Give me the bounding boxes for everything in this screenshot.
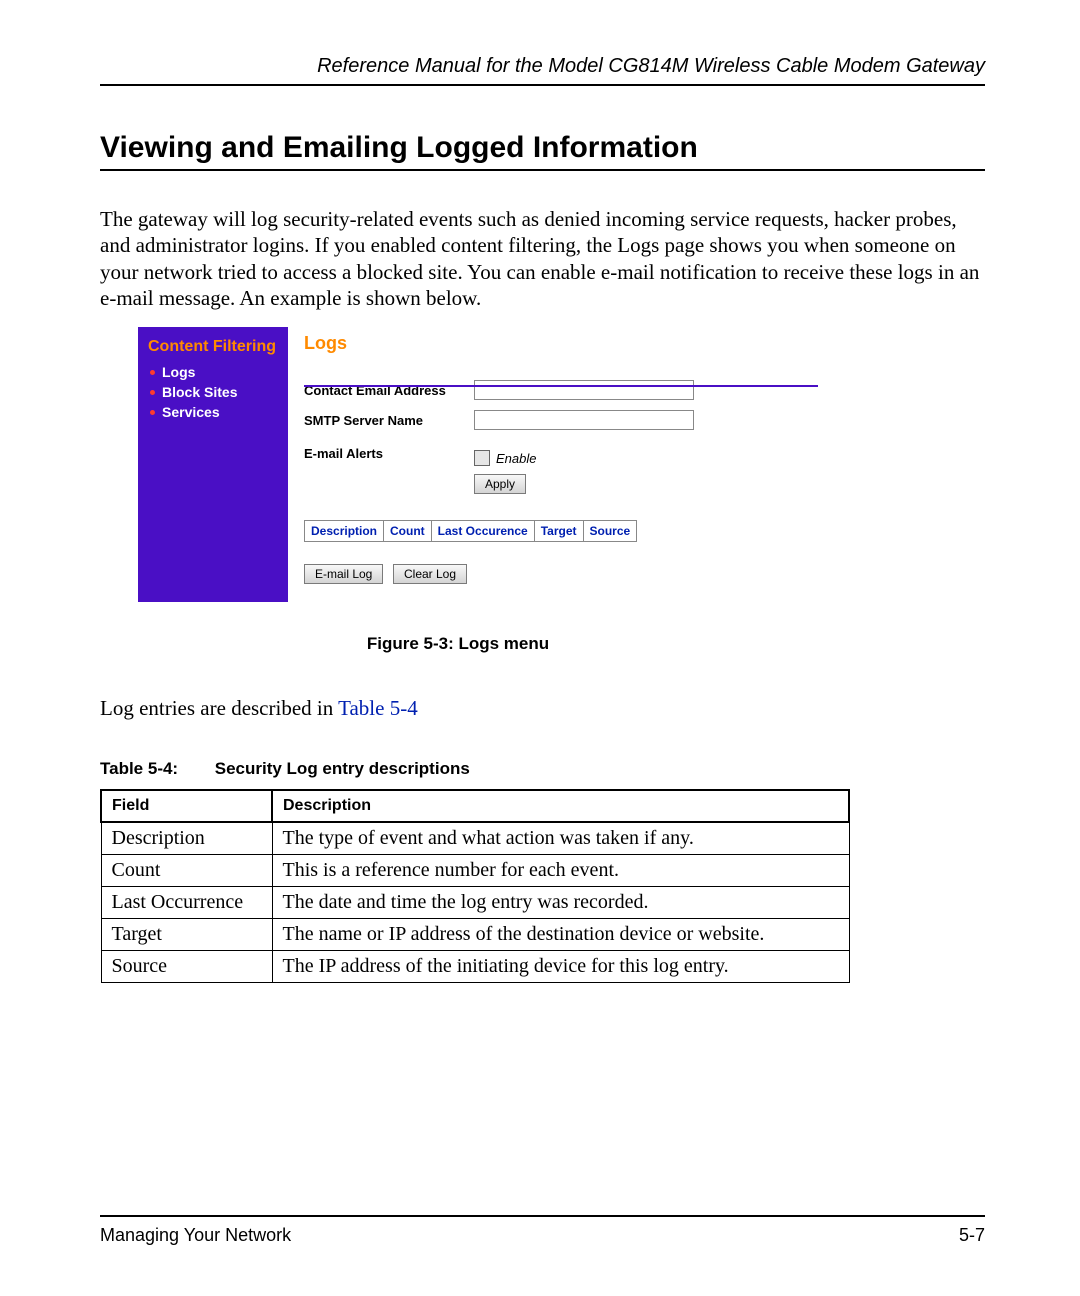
sidebar-item-logs[interactable]: Logs bbox=[148, 362, 278, 382]
email-alerts-label: E-mail Alerts bbox=[304, 446, 474, 461]
sidebar-title: Content Filtering bbox=[148, 337, 278, 356]
th-description: Description bbox=[272, 790, 849, 822]
running-header: Reference Manual for the Model CG814M Wi… bbox=[100, 55, 985, 86]
smtp-server-label: SMTP Server Name bbox=[304, 413, 474, 428]
section-heading: Viewing and Emailing Logged Information bbox=[100, 131, 985, 171]
contact-email-input[interactable] bbox=[474, 380, 694, 400]
apply-button[interactable]: Apply bbox=[474, 474, 526, 494]
sidebar-item-block-sites[interactable]: Block Sites bbox=[148, 382, 278, 402]
table-link[interactable]: Table 5-4 bbox=[338, 696, 418, 720]
sidebar-item-services[interactable]: Services bbox=[148, 402, 278, 422]
col-description: Description bbox=[305, 521, 384, 542]
footer-chapter: Managing Your Network bbox=[100, 1225, 291, 1246]
footer-page: 5-7 bbox=[959, 1225, 985, 1246]
table-row: Last OccurrenceThe date and time the log… bbox=[101, 887, 849, 919]
figure-caption: Figure 5-3: Logs menu bbox=[138, 634, 778, 654]
log-table: Description Count Last Occurence Target … bbox=[304, 520, 637, 542]
description-table: Field Description DescriptionThe type of… bbox=[100, 789, 850, 983]
table-row: CountThis is a reference number for each… bbox=[101, 855, 849, 887]
table-row: TargetThe name or IP address of the dest… bbox=[101, 919, 849, 951]
logs-menu-screenshot: Content Filtering Logs Block Sites Servi… bbox=[138, 327, 778, 602]
sidebar: Content Filtering Logs Block Sites Servi… bbox=[138, 327, 288, 602]
col-count: Count bbox=[384, 521, 432, 542]
col-last-occurrence: Last Occurence bbox=[431, 521, 534, 542]
smtp-server-input[interactable] bbox=[474, 410, 694, 430]
col-target: Target bbox=[534, 521, 583, 542]
enable-label: Enable bbox=[496, 451, 536, 466]
divider bbox=[304, 385, 818, 387]
table-row: DescriptionThe type of event and what ac… bbox=[101, 822, 849, 855]
col-source: Source bbox=[583, 521, 637, 542]
table-row: SourceThe IP address of the initiating d… bbox=[101, 951, 849, 983]
enable-checkbox[interactable] bbox=[474, 450, 490, 466]
clear-log-button[interactable]: Clear Log bbox=[393, 564, 467, 584]
table-intro: Log entries are described in Table 5-4 bbox=[100, 696, 985, 721]
body-paragraph: The gateway will log security-related ev… bbox=[100, 206, 985, 311]
email-log-button[interactable]: E-mail Log bbox=[304, 564, 383, 584]
th-field: Field bbox=[101, 790, 272, 822]
panel-title: Logs bbox=[304, 333, 768, 354]
table-caption: Table 5-4: Security Log entry descriptio… bbox=[100, 759, 985, 779]
